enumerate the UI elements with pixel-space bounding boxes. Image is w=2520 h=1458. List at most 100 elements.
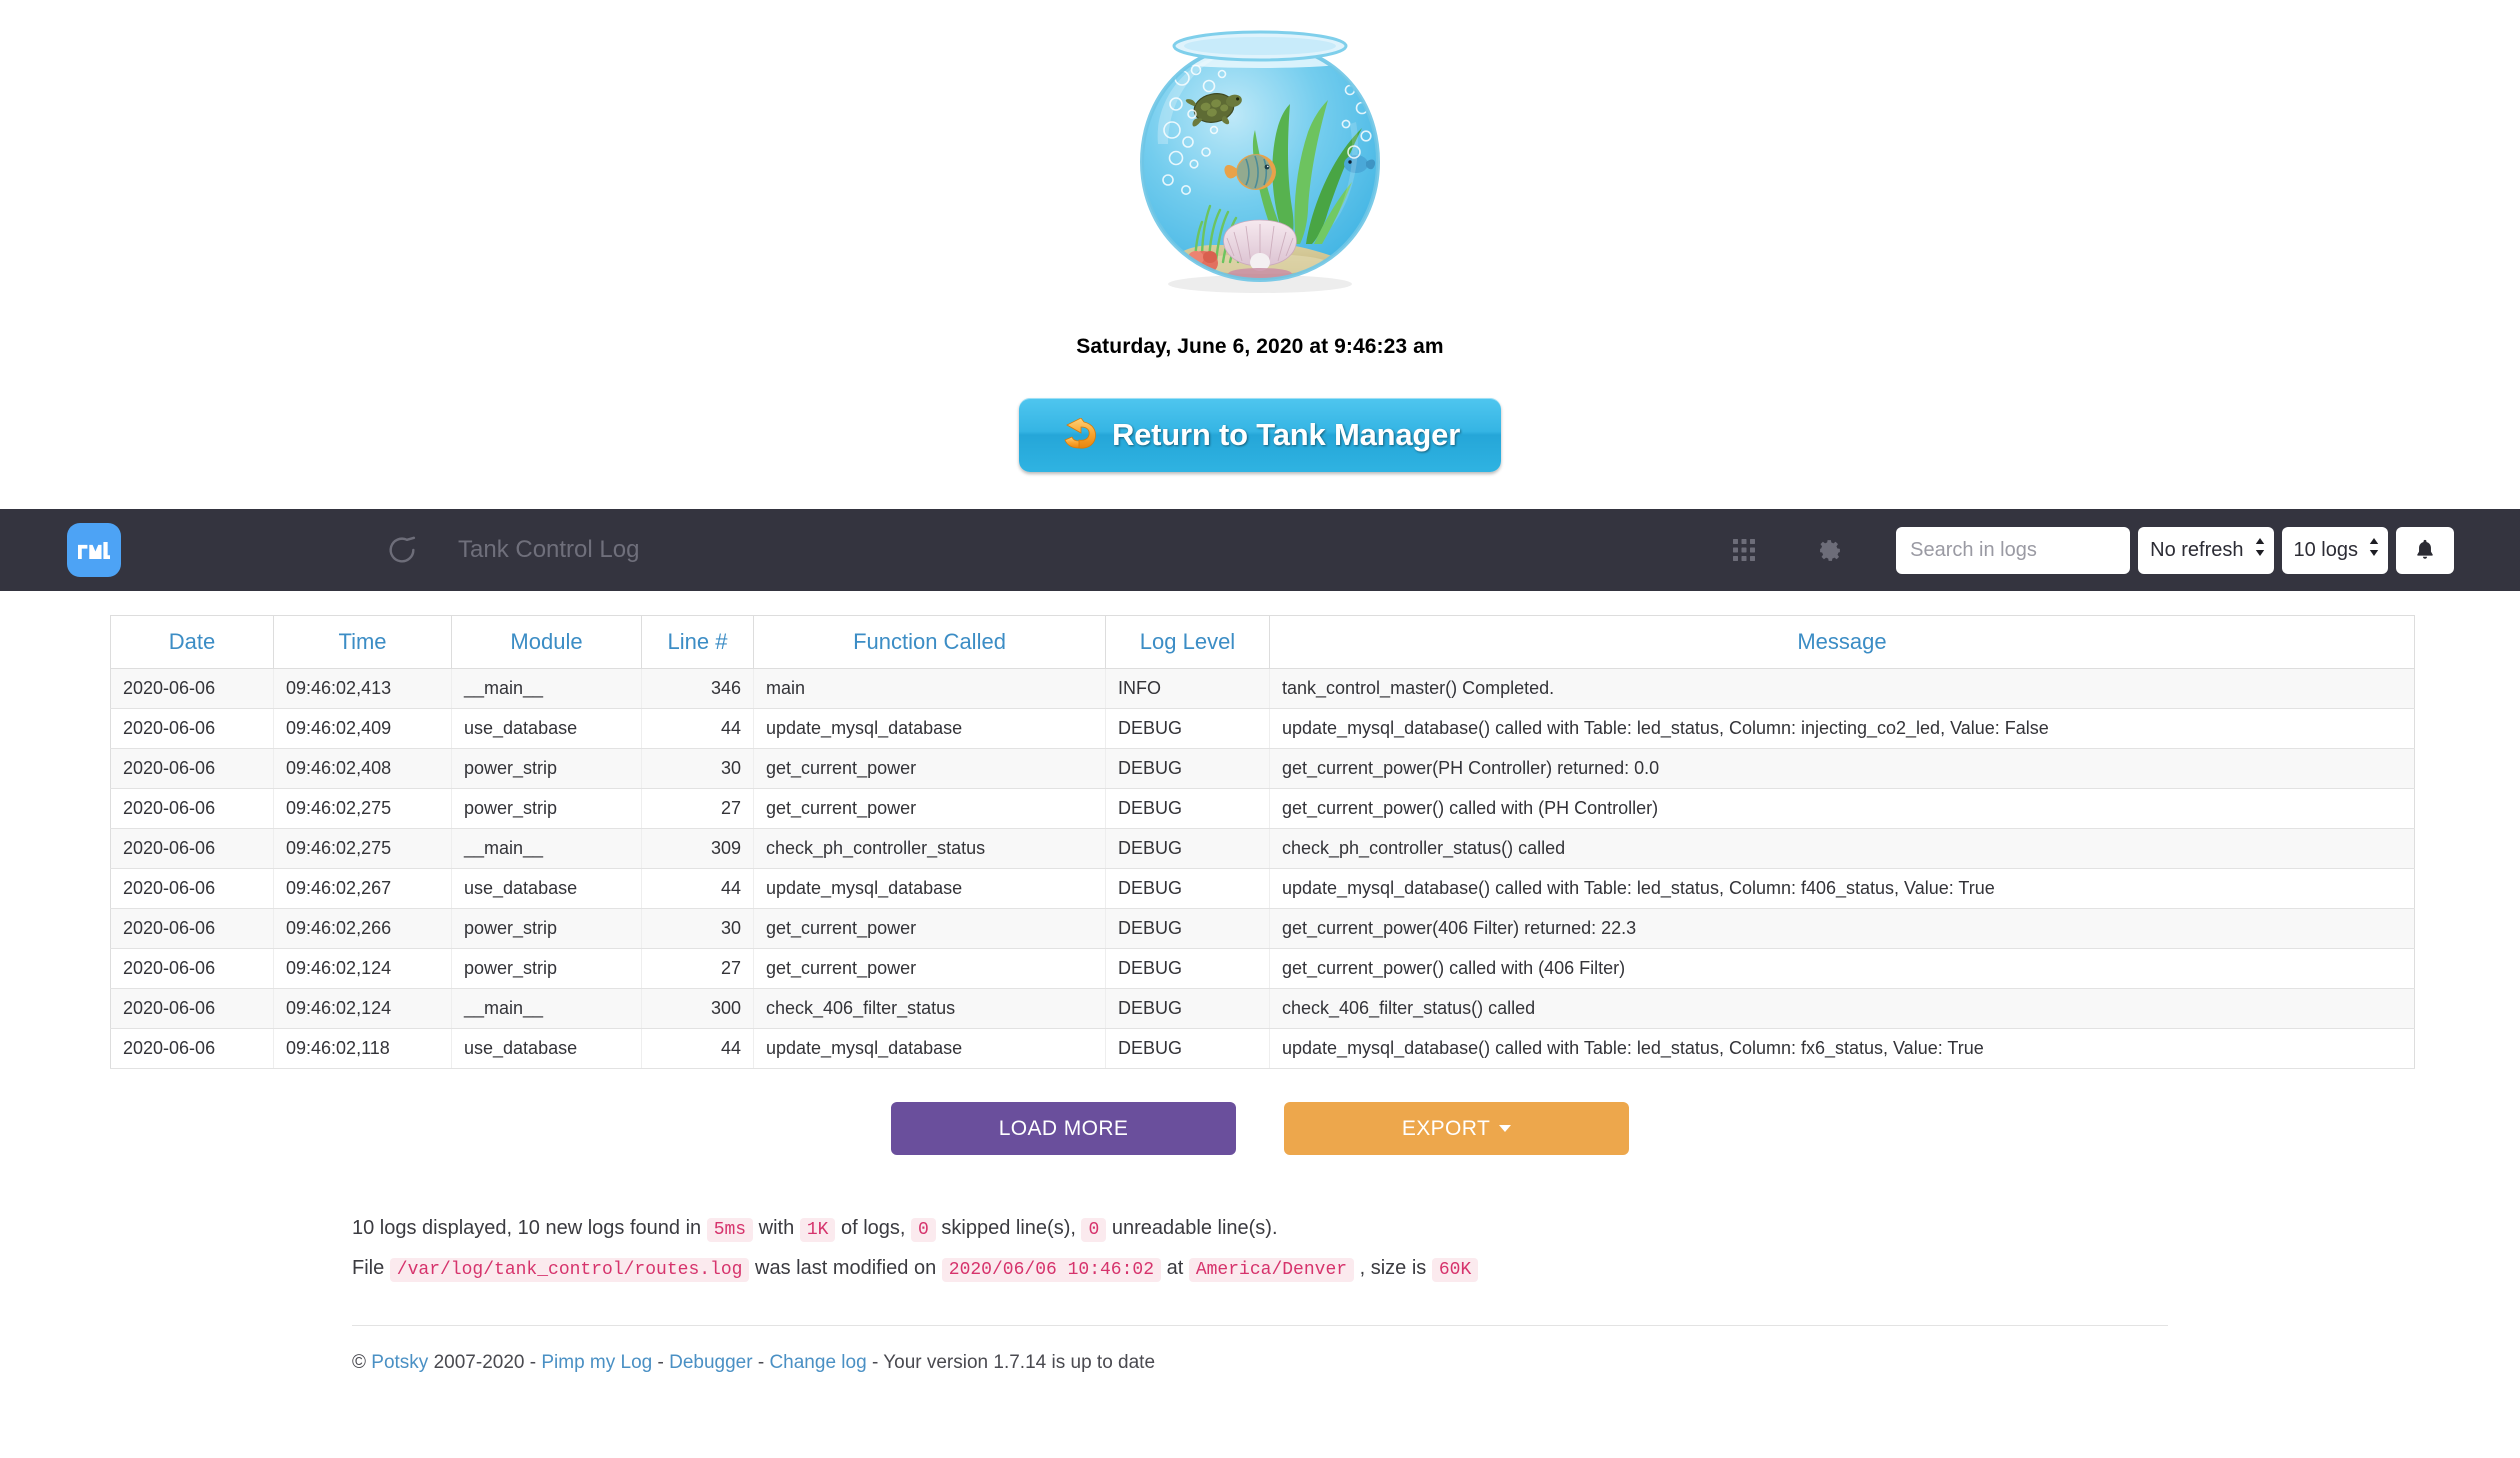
column-header-time[interactable]: Time xyxy=(273,615,452,669)
gear-settings-icon[interactable] xyxy=(1809,529,1851,571)
status-line-2: File /var/log/tank_control/routes.log wa… xyxy=(352,1248,2520,1288)
footer-version: - Your version 1.7.14 is up to date xyxy=(871,1352,1156,1373)
log-cell-module: __main__ xyxy=(451,988,642,1029)
log-cell-function: main xyxy=(753,668,1106,709)
log-cell-line: 44 xyxy=(641,1028,754,1069)
app-navbar: Tank Control Log No refresh xyxy=(0,509,2520,591)
log-cell-loglevel: DEBUG xyxy=(1105,788,1270,829)
table-row[interactable]: 2020-06-06 09:46:02,413 __main__ 346 main INF… xyxy=(110,668,2415,709)
caret-down-icon xyxy=(1499,1125,1512,1132)
fishbowl-aquarium-logo xyxy=(1110,12,1410,317)
log-cell-line: 27 xyxy=(641,788,754,829)
copyright-years: 2007-2020 - xyxy=(433,1352,537,1373)
return-button-row: Return to Tank Manager xyxy=(0,398,2520,472)
nav-title: Tank Control Log xyxy=(458,536,640,563)
log-cell-module: __main__ xyxy=(451,668,642,709)
refresh-interval-select[interactable]: No refresh xyxy=(2138,526,2274,574)
status-modified-time: 2020/06/06 10:46:02 xyxy=(941,1258,1162,1282)
log-cell-function: update_mysql_database xyxy=(753,708,1106,749)
link-potsky[interactable]: Potsky xyxy=(371,1352,428,1373)
log-cell-module: power_strip xyxy=(451,948,642,989)
column-header-date[interactable]: Date xyxy=(110,615,274,669)
export-button[interactable]: EXPORT xyxy=(1284,1102,1629,1155)
log-cell-module: power_strip xyxy=(451,908,642,949)
table-row[interactable]: 2020-06-06 09:46:02,275 __main__ 309 check_p… xyxy=(110,828,2415,869)
footer-divider xyxy=(352,1325,2168,1326)
status-skipped-count: 0 xyxy=(911,1218,936,1242)
log-cell-line: 30 xyxy=(641,908,754,949)
table-row[interactable]: 2020-06-06 09:46:02,275 power_strip 27 get_c… xyxy=(110,788,2415,829)
column-header-function[interactable]: Function Called xyxy=(753,615,1106,669)
status-text-a: 10 logs displayed, 10 new logs found in xyxy=(352,1217,702,1239)
log-cell-time: 09:46:02,124 xyxy=(273,948,452,989)
footer-sep-2: - xyxy=(757,1352,765,1373)
log-cell-module: use_database xyxy=(451,708,642,749)
status-text-c: of logs, xyxy=(840,1217,906,1239)
column-header-message[interactable]: Message xyxy=(1269,615,2415,669)
table-row[interactable]: 2020-06-06 09:46:02,408 power_strip 30 get_c… xyxy=(110,748,2415,789)
copyright-symbol: © xyxy=(352,1352,366,1373)
log-cell-module: __main__ xyxy=(451,828,642,869)
log-cell-message: tank_control_master() Completed. xyxy=(1269,668,2415,709)
column-header-line[interactable]: Line # xyxy=(641,615,754,669)
navbar-controls: No refresh 10 logs xyxy=(1723,526,2454,574)
export-button-label: EXPORT xyxy=(1401,1116,1491,1140)
log-cell-time: 09:46:02,408 xyxy=(273,748,452,789)
log-cell-date: 2020-06-06 xyxy=(110,788,274,829)
log-cell-message: check_406_filter_status() called xyxy=(1269,988,2415,1029)
table-row[interactable]: 2020-06-06 09:46:02,409 use_database 44 upda… xyxy=(110,708,2415,749)
log-cell-module: use_database xyxy=(451,1028,642,1069)
log-count-select[interactable]: 10 logs xyxy=(2281,526,2388,574)
log-cell-time: 09:46:02,275 xyxy=(273,788,452,829)
log-cell-module: power_strip xyxy=(451,788,642,829)
log-cell-date: 2020-06-06 xyxy=(110,868,274,909)
log-cell-time: 09:46:02,409 xyxy=(273,708,452,749)
log-cell-module: power_strip xyxy=(451,748,642,789)
table-row[interactable]: 2020-06-06 09:46:02,267 use_database 44 upda… xyxy=(110,868,2415,909)
log-count-value: 10 logs xyxy=(2293,538,2359,561)
link-change-log[interactable]: Change log xyxy=(769,1352,866,1373)
status-summary: 10 logs displayed, 10 new logs found in … xyxy=(352,1208,2520,1288)
log-cell-function: get_current_power xyxy=(753,948,1106,989)
table-row[interactable]: 2020-06-06 09:46:02,266 power_strip 30 get_c… xyxy=(110,908,2415,949)
log-cell-date: 2020-06-06 xyxy=(110,1028,274,1069)
log-cell-line: 309 xyxy=(641,828,754,869)
log-cell-function: get_current_power xyxy=(753,788,1106,829)
column-header-module[interactable]: Module xyxy=(451,615,642,669)
load-more-button[interactable]: LOAD MORE xyxy=(891,1102,1236,1155)
pml-logo-icon[interactable] xyxy=(67,523,121,577)
hero-section: Saturday, June 6, 2020 at 9:46:23 am Ret… xyxy=(0,0,2520,472)
log-cell-function: update_mysql_database xyxy=(753,868,1106,909)
log-cell-time: 09:46:02,118 xyxy=(273,1028,452,1069)
log-cell-message: get_current_power() called with (406 Fil… xyxy=(1269,948,2415,989)
search-input[interactable] xyxy=(1896,526,2131,574)
log-cell-message: check_ph_controller_status() called xyxy=(1269,828,2415,869)
link-pimp-my-log[interactable]: Pimp my Log xyxy=(541,1352,652,1373)
status-text-b: with xyxy=(758,1217,795,1239)
log-cell-date: 2020-06-06 xyxy=(110,748,274,789)
status-file-path: /var/log/tank_control/routes.log xyxy=(389,1258,750,1282)
log-table-container: Date Time Module Line # Function Called … xyxy=(110,615,2415,1069)
status-unreadable-count: 0 xyxy=(1081,1218,1107,1242)
status-modified-label: was last modified on xyxy=(755,1257,937,1279)
notification-bell-icon[interactable] xyxy=(2396,526,2454,574)
chevron-updown-icon xyxy=(2255,538,2265,562)
table-row[interactable]: 2020-06-06 09:46:02,118 use_database 44 upda… xyxy=(110,1028,2415,1069)
status-line-1: 10 logs displayed, 10 new logs found in … xyxy=(352,1208,2520,1248)
status-size-label: , size is xyxy=(1359,1257,1427,1279)
link-debugger[interactable]: Debugger xyxy=(669,1352,752,1373)
log-cell-function: get_current_power xyxy=(753,748,1106,789)
status-timezone: America/Denver xyxy=(1188,1258,1355,1282)
grid-apps-icon[interactable] xyxy=(1723,529,1765,571)
footer-copyright: © Potsky 2007-2020 - Pimp my Log - Debug… xyxy=(352,1352,2520,1374)
log-cell-loglevel: DEBUG xyxy=(1105,828,1270,869)
refresh-icon[interactable] xyxy=(385,533,419,567)
return-to-tank-manager-button[interactable]: Return to Tank Manager xyxy=(1019,398,1501,472)
table-row[interactable]: 2020-06-06 09:46:02,124 power_strip 27 get_c… xyxy=(110,948,2415,989)
column-header-loglevel[interactable]: Log Level xyxy=(1105,615,1270,669)
table-row[interactable]: 2020-06-06 09:46:02,124 __main__ 300 check_4… xyxy=(110,988,2415,1029)
log-cell-message: get_current_power(PH Controller) returne… xyxy=(1269,748,2415,789)
log-cell-loglevel: DEBUG xyxy=(1105,708,1270,749)
log-cell-function: check_ph_controller_status xyxy=(753,828,1106,869)
footer-sep-1: - xyxy=(657,1352,664,1373)
